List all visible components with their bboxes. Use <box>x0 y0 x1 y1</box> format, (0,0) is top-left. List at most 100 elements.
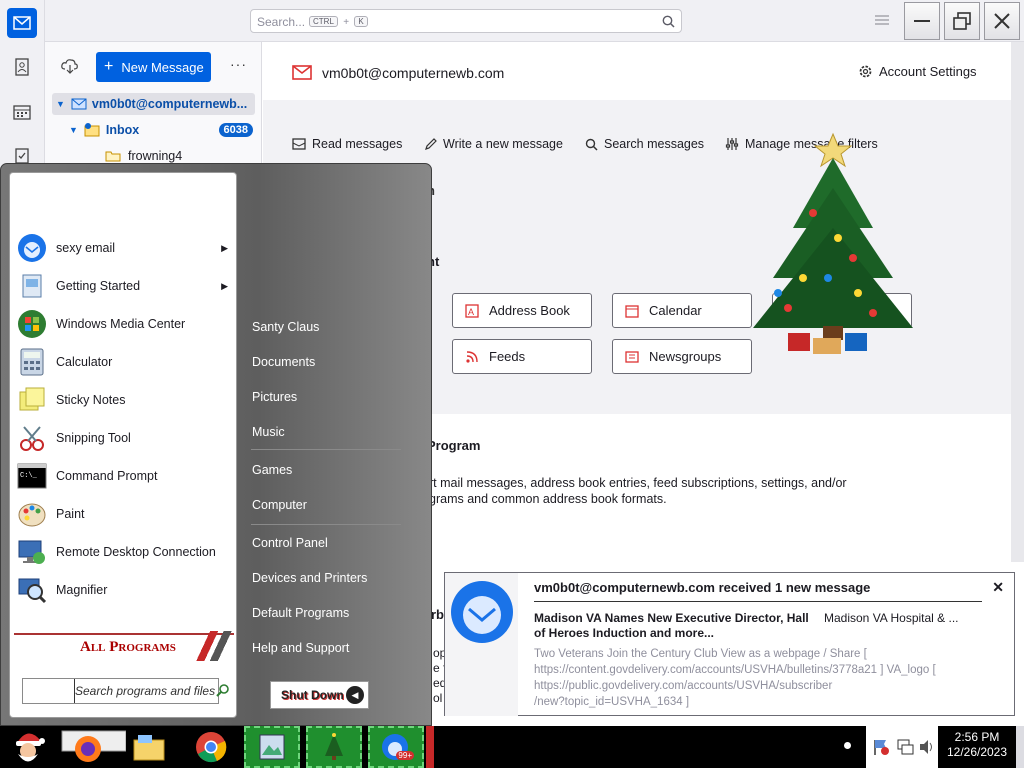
program-label: Sticky Notes <box>56 393 126 407</box>
global-search-input[interactable]: Search... CTRL + K <box>250 9 682 33</box>
separator <box>251 524 401 525</box>
program-label: Command Prompt <box>56 469 158 483</box>
shutdown-button[interactable]: Shut Down ◀ <box>270 681 369 709</box>
subject-line: Madison VA Names New Executive Director,… <box>534 611 809 625</box>
gear-icon <box>859 65 872 78</box>
start-link-documents[interactable]: Documents <box>252 355 315 369</box>
media-center-icon <box>16 308 48 340</box>
new-message-label: New Message <box>121 59 204 75</box>
cloud-download-icon <box>61 59 78 74</box>
svg-text:A: A <box>468 307 474 317</box>
title-bar: Search... CTRL + K <box>45 0 1024 42</box>
import-description-line2: grams and common address book formats. <box>429 492 667 506</box>
shutdown-label: Shut Down <box>281 688 344 702</box>
feeds-button[interactable]: Feeds <box>452 339 592 374</box>
chevron-down-icon: ▼ <box>56 99 65 109</box>
show-hidden-icons-button[interactable] <box>844 742 851 749</box>
account-settings-button[interactable]: Account Settings <box>858 64 977 79</box>
program-label: Windows Media Center <box>56 317 186 331</box>
write-message-label: Write a new message <box>443 137 563 151</box>
thunderbird-icon <box>16 232 48 264</box>
volume-icon[interactable] <box>918 738 936 756</box>
program-windows-media-center[interactable]: Windows Media Center <box>16 307 232 341</box>
action-center-flag-icon[interactable] <box>872 738 890 756</box>
minimize-button[interactable] <box>904 2 940 40</box>
ellipsis-icon: ··· <box>230 56 247 72</box>
program-sticky-notes[interactable]: Sticky Notes <box>16 383 232 417</box>
about-heading-fragment: rb <box>431 607 444 622</box>
start-link-santy-claus[interactable]: Santy Claus <box>252 320 319 334</box>
program-remote-desktop[interactable]: Remote Desktop Connection <box>16 535 232 569</box>
paint-palette-icon <box>16 498 48 530</box>
restore-button[interactable] <box>944 2 980 40</box>
start-link-default-programs[interactable]: Default Programs <box>252 606 349 620</box>
show-desktop-button[interactable] <box>1016 726 1024 768</box>
search-messages-link[interactable]: Search messages <box>585 137 704 151</box>
close-window-button[interactable] <box>984 2 1020 40</box>
get-messages-button[interactable] <box>61 58 79 77</box>
more-options-button[interactable]: ··· <box>230 56 247 72</box>
address-book-space-button[interactable] <box>7 52 37 82</box>
picture-viewer-icon <box>259 734 285 760</box>
submenu-arrow-icon: ▶ <box>221 242 228 253</box>
account-row[interactable]: ▼ vm0b0t@computernewb... <box>52 93 255 115</box>
new-mail-notification[interactable]: vm0b0t@computernewb.com received 1 new m… <box>444 572 1015 716</box>
notification-subject: Madison VA Names New Executive Director,… <box>534 611 809 641</box>
program-label: Snipping Tool <box>56 431 131 445</box>
start-link-computer[interactable]: Computer <box>252 498 307 512</box>
program-command-prompt[interactable]: C:\_ Command Prompt <box>16 459 232 493</box>
start-link-help-support[interactable]: Help and Support <box>252 641 349 655</box>
taskbar-chrome[interactable] <box>190 726 232 768</box>
start-link-control-panel[interactable]: Control Panel <box>252 536 328 550</box>
account-mail-icon <box>292 65 312 80</box>
program-sexy-email[interactable]: sexy email ▶ <box>16 231 232 265</box>
taskbar-christmas-tree-app[interactable] <box>306 726 362 768</box>
calendar-space-button[interactable] <box>7 97 37 127</box>
start-button[interactable] <box>0 726 56 768</box>
shortcut-k: K <box>354 16 368 28</box>
unread-count-badge: 6038 <box>218 123 253 137</box>
newsgroups-button[interactable]: Newsgroups <box>612 339 752 374</box>
clock[interactable]: 2:56 PM 12/26/2023 <box>940 730 1014 760</box>
start-link-games[interactable]: Games <box>252 463 292 477</box>
taskbar-explorer[interactable] <box>128 726 170 768</box>
start-search-input[interactable]: Search programs and files <box>22 678 229 704</box>
write-message-link[interactable]: Write a new message <box>424 137 563 151</box>
account-name: vm0b0t@computernewb... <box>91 97 248 111</box>
inbox-folder-row[interactable]: ▼ Inbox 6038 <box>69 119 255 141</box>
restore-icon <box>953 12 971 30</box>
start-link-devices-printers[interactable]: Devices and Printers <box>252 571 367 585</box>
new-message-button[interactable]: + New Message <box>96 52 211 82</box>
taskbar-firefox[interactable] <box>58 726 128 768</box>
address-book-button[interactable]: A Address Book <box>452 293 592 328</box>
christmas-tree-icon <box>325 733 343 760</box>
chevron-down-icon: ▼ <box>69 125 78 135</box>
preview-line: /new?topic_id=USVHA_1634 ] <box>534 696 690 708</box>
thunderbird-logo-icon <box>445 573 518 716</box>
program-calculator[interactable]: Calculator <box>16 345 232 379</box>
import-description-line1: rt mail messages, address book entries, … <box>429 476 847 490</box>
read-messages-link[interactable]: Read messages <box>292 137 402 151</box>
app-menu-button[interactable] <box>875 14 889 29</box>
taskbar-thunderbird[interactable]: 99+ <box>368 726 424 768</box>
taskbar-pictures-app[interactable] <box>244 726 300 768</box>
inbox-icon <box>84 123 100 137</box>
start-link-pictures[interactable]: Pictures <box>252 390 297 404</box>
notification-close-button[interactable]: ✕ <box>992 579 1004 596</box>
address-book-icon: A <box>465 303 479 318</box>
program-paint[interactable]: Paint <box>16 497 232 531</box>
start-link-music[interactable]: Music <box>252 425 285 439</box>
program-snipping-tool[interactable]: Snipping Tool <box>16 421 232 455</box>
program-getting-started[interactable]: Getting Started ▶ <box>16 269 232 303</box>
program-label: Getting Started <box>56 279 141 293</box>
program-label: Remote Desktop Connection <box>56 545 216 559</box>
shutdown-options-arrow-icon[interactable]: ◀ <box>346 686 364 704</box>
scrollbar[interactable] <box>1011 42 1024 562</box>
calendar-button[interactable]: Calendar <box>612 293 752 328</box>
program-label: sexy email <box>56 241 116 255</box>
mail-space-button[interactable] <box>7 8 37 38</box>
program-magnifier[interactable]: Magnifier <box>16 573 232 607</box>
all-programs-button[interactable]: All Programs <box>14 631 234 663</box>
network-icon[interactable] <box>896 738 914 756</box>
close-icon: ✕ <box>992 579 1004 595</box>
